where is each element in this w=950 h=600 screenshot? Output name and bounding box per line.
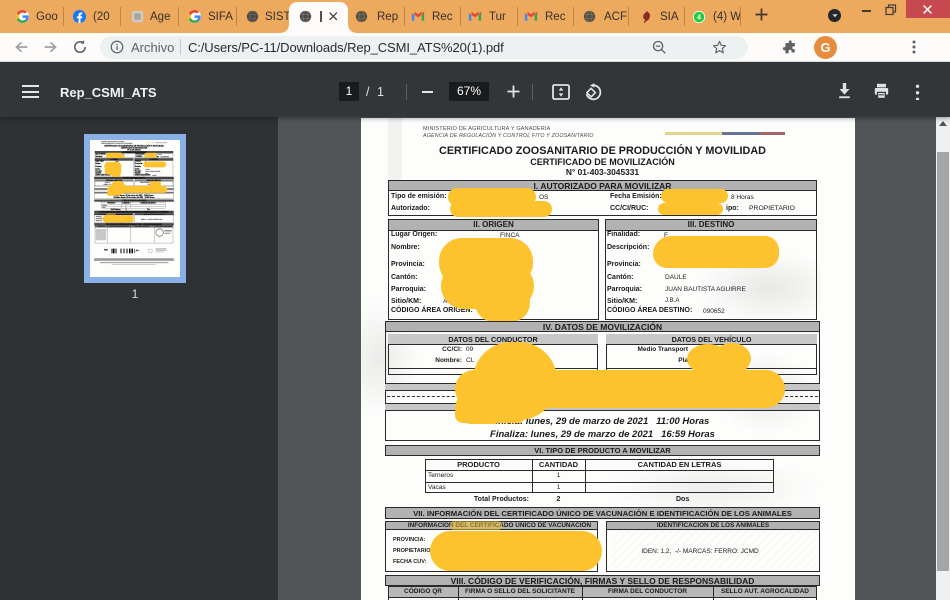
- svg-text:4: 4: [697, 15, 701, 22]
